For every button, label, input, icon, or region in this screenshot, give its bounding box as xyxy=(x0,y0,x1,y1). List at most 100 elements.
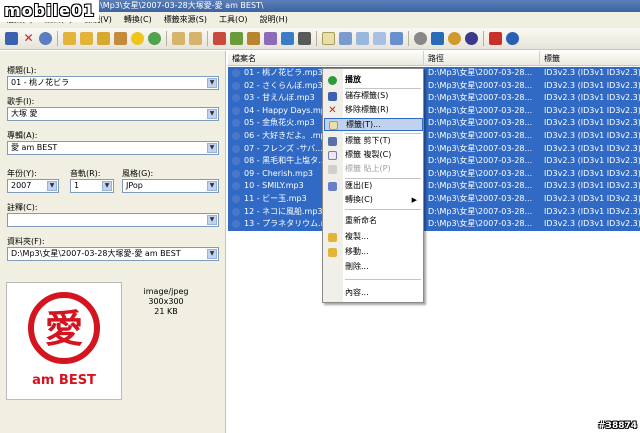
filename-to-tag-icon[interactable] xyxy=(230,32,243,45)
menu-save-tag[interactable]: 儲存標籤(S) xyxy=(324,90,423,103)
menu-cut-tag-label: 標籤 剪下(T) xyxy=(345,136,391,145)
title-value: 01 - 桃ノ花ビラ xyxy=(11,78,70,87)
menu-tools[interactable]: 工具(O) xyxy=(213,12,254,28)
options-icon[interactable] xyxy=(489,32,502,45)
chevron-down-icon[interactable]: ▼ xyxy=(102,181,112,191)
playlist-icon[interactable] xyxy=(114,32,127,45)
menu-paste-tag[interactable]: 標籤 貼上(P) xyxy=(324,163,423,176)
column-tag[interactable]: 標籤 xyxy=(540,51,640,66)
menu-copy-file[interactable]: 複製... xyxy=(324,231,423,244)
comment-field[interactable]: ▼ xyxy=(7,213,219,227)
menu-cut-tag[interactable]: 標籤 剪下(T) xyxy=(324,135,423,148)
path-cell: D:\Mp3\女星\2007-03-28... xyxy=(428,80,533,90)
title-field[interactable]: 01 - 桃ノ花ビラ ▼ xyxy=(7,76,219,90)
cover-art[interactable]: 愛 am BEST xyxy=(6,282,122,400)
edit-tag-icon[interactable] xyxy=(322,32,335,45)
watermark-logo: mobile01 xyxy=(0,0,100,22)
comment-label: 註釋(C): xyxy=(7,203,38,212)
column-path[interactable]: 路徑 xyxy=(424,51,540,66)
menu-export[interactable]: 匯出(E) xyxy=(324,180,423,193)
chevron-down-icon[interactable]: ▼ xyxy=(207,249,217,259)
paste-icon xyxy=(328,165,337,174)
export-icon[interactable] xyxy=(356,32,369,45)
chevron-down-icon[interactable]: ▼ xyxy=(207,78,217,88)
column-filename[interactable]: 檔案名 xyxy=(228,51,424,66)
paste-icon[interactable] xyxy=(189,32,202,45)
tag-cell: ID3v2.3 (ID3v1 ID3v2.3) xyxy=(544,93,640,103)
chevron-down-icon[interactable]: ▼ xyxy=(47,181,57,191)
menu-remove-tag[interactable]: ✕ 移除標籤(R) xyxy=(324,104,423,117)
chevron-down-icon[interactable]: ▼ xyxy=(207,143,217,153)
action-icon[interactable] xyxy=(281,32,294,45)
folder-field[interactable]: D:\Mp3\女星\2007-03-28大塚愛-愛 am BEST ▼ xyxy=(7,247,219,261)
folder-add-icon[interactable] xyxy=(80,32,93,45)
menu-tag-label: 標籤(T)... xyxy=(346,120,381,129)
favorite-star-icon[interactable] xyxy=(131,32,144,45)
table-row[interactable]: 01 - 桃ノ花ビラ.mp3 D:\Mp3\女星\2007-03-28... ID3… xyxy=(228,67,640,80)
chevron-down-icon[interactable]: ▼ xyxy=(207,215,217,225)
menu-help[interactable]: 說明(H) xyxy=(254,12,294,28)
menu-rename[interactable]: 重新命名 xyxy=(324,215,423,228)
table-row[interactable]: 03 - 甘えんぼ.mp3 D:\Mp3\女星\2007-03-28... ID3v… xyxy=(228,92,640,105)
table-row[interactable]: 12 - ネコに風船.mp3 D:\Mp3\女星\2007-03-28... ID3… xyxy=(228,205,640,219)
cover-filesize: 21 KB xyxy=(154,307,178,316)
amazon-icon[interactable] xyxy=(431,32,444,45)
refresh-icon[interactable] xyxy=(148,32,161,45)
menu-tag[interactable]: 標籤(T)... xyxy=(324,118,423,131)
music-file-icon xyxy=(232,182,240,191)
menu-move[interactable]: 移動... xyxy=(324,246,423,259)
path-cell: D:\Mp3\女星\2007-03-28... xyxy=(428,181,533,191)
clipboard-icon[interactable] xyxy=(172,32,185,45)
menu-tag-sources[interactable]: 標籤來源(S) xyxy=(158,12,213,28)
file-list: 檔案名 路徑 標籤 01 - 桃ノ花ビラ.mp3 D:\Mp3\女星\2007-0… xyxy=(228,51,640,433)
tag-cell: ID3v2.3 (ID3v1 ID3v2.3) xyxy=(544,194,640,203)
table-row[interactable]: 11 - ビー玉.mp3 D:\Mp3\女星\2007-03-28... ID3v2… xyxy=(228,193,640,206)
menu-delete[interactable]: 刪除... xyxy=(324,261,423,274)
table-row[interactable]: 04 - Happy Days.mp3 D:\Mp3\女星\2007-03-28.… xyxy=(228,104,640,118)
cover-mime: image/jpeg xyxy=(143,287,189,296)
edit-fields-icon[interactable] xyxy=(339,32,352,45)
table-row[interactable]: 06 - 大好きだよ。.mp3 D:\Mp3\女星\2007-03-28... ID… xyxy=(228,130,640,143)
music-file-icon xyxy=(232,69,240,77)
table-row[interactable]: 07 - フレンズ -サバ... D:\Mp3\女星\2007-03-28... I… xyxy=(228,142,640,156)
chevron-down-icon[interactable]: ▼ xyxy=(207,109,217,119)
table-row[interactable]: 05 - 金魚花火.mp3 D:\Mp3\女星\2007-03-28... ID3v… xyxy=(228,117,640,130)
artist-field[interactable]: 大塚 愛 ▼ xyxy=(7,107,219,121)
genre-field[interactable]: JPop ▼ xyxy=(122,179,219,193)
chevron-down-icon[interactable]: ▼ xyxy=(207,181,217,191)
menu-copy-tag[interactable]: 標籤 複製(C) xyxy=(324,149,423,162)
freedb-icon[interactable] xyxy=(414,32,427,45)
path-cell: D:\Mp3\女星\2007-03-28... xyxy=(428,194,533,203)
playlist-export-icon[interactable] xyxy=(390,32,403,45)
text-file-tag-icon[interactable] xyxy=(264,32,277,45)
table-row[interactable]: 08 - 黒毛和牛上塩タ... D:\Mp3\女星\2007-03-28... ID… xyxy=(228,155,640,168)
text-case-icon[interactable] xyxy=(298,32,311,45)
undo-icon[interactable] xyxy=(39,32,52,45)
tag-to-tag-icon[interactable] xyxy=(247,32,260,45)
music-file-icon xyxy=(232,144,240,153)
menu-convert[interactable]: 轉換(C) ▶ xyxy=(324,194,423,207)
help-icon[interactable] xyxy=(506,32,519,45)
menu-convert[interactable]: 轉換(C) xyxy=(118,12,158,28)
musicbrainz-icon[interactable] xyxy=(465,32,478,45)
save-icon[interactable] xyxy=(5,32,18,45)
remove-tag-icon[interactable]: ✕ xyxy=(22,32,35,45)
menu-play[interactable]: 播放 xyxy=(324,74,423,87)
tag-cell: ID3v2.3 (ID3v1 ID3v2.3) xyxy=(544,219,640,229)
track-field[interactable]: 1 ▼ xyxy=(70,179,114,193)
year-field[interactable]: 2007 ▼ xyxy=(7,179,59,193)
discogs-icon[interactable] xyxy=(448,32,461,45)
table-row[interactable]: 10 - SMILY.mp3 D:\Mp3\女星\2007-03-28... ID3… xyxy=(228,180,640,193)
table-row[interactable]: 13 - プラネタリウム.mp3 D:\Mp3\女星\2007-03-28... I… xyxy=(228,218,640,231)
folder-icon[interactable] xyxy=(97,32,110,45)
folder-open-icon[interactable] xyxy=(63,32,76,45)
path-cell: D:\Mp3\女星\2007-03-28... xyxy=(428,206,533,216)
menu-divider xyxy=(345,279,421,280)
menu-convert-label: 轉換(C) xyxy=(345,195,373,204)
album-field[interactable]: 愛 am BEST ▼ xyxy=(7,141,219,155)
menu-properties[interactable]: 內容... xyxy=(324,287,423,300)
table-row[interactable]: 09 - Cherish.mp3 D:\Mp3\女星\2007-03-28... I… xyxy=(228,167,640,181)
list-icon[interactable] xyxy=(373,32,386,45)
table-row[interactable]: 02 - さくらんぼ.mp3 D:\Mp3\女星\2007-03-28... ID3… xyxy=(228,79,640,93)
tag-to-filename-icon[interactable] xyxy=(213,32,226,45)
